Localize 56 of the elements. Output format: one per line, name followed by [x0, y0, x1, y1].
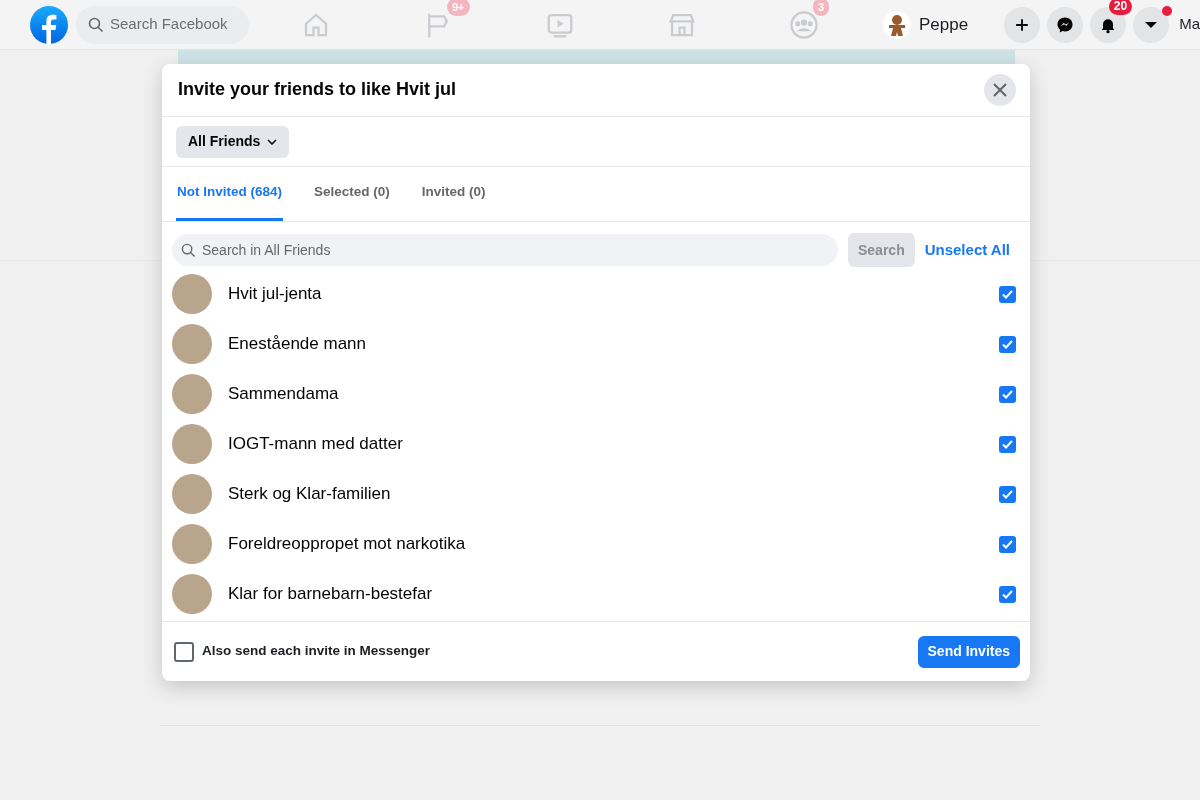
photo-placeholder [172, 474, 212, 514]
checkbox[interactable] [174, 641, 194, 662]
check-icon [1002, 289, 1013, 299]
friend-name: Foreldreoppropet mot narkotika [228, 533, 467, 556]
friend-name: Sterk og Klar-familien [228, 483, 392, 506]
check-icon [1002, 589, 1013, 599]
check-icon [1002, 339, 1013, 349]
tab[interactable]: Selected (0) [313, 167, 391, 221]
checkbox[interactable] [999, 285, 1016, 303]
friend-name: Hvit jul-jenta [228, 283, 323, 306]
close-icon [993, 83, 1007, 97]
tab[interactable]: Not Invited (684) [176, 167, 283, 221]
checkbox[interactable] [999, 385, 1016, 403]
close-button[interactable] [984, 74, 1016, 106]
search-button[interactable]: Search [848, 233, 915, 267]
checkbox[interactable] [999, 335, 1016, 353]
check-icon [1002, 489, 1013, 499]
checkbox[interactable] [999, 435, 1016, 453]
filter-dropdown[interactable]: All Friends [176, 125, 290, 158]
send-invites-button[interactable]: Send Invites [917, 635, 1020, 668]
friend-name: Sammendama [228, 383, 340, 406]
search-field[interactable]: Search Facebook [76, 5, 249, 44]
checkbox[interactable] [999, 535, 1016, 553]
photo-placeholder [172, 324, 212, 364]
notification-dot [1162, 5, 1173, 16]
photo-placeholder [172, 524, 212, 564]
create-button[interactable] [1004, 6, 1041, 43]
chevron-down-icon [267, 138, 278, 145]
photo-placeholder [172, 574, 212, 614]
friend-name: IOGT-mann med datter [228, 433, 404, 456]
unselect-all-link[interactable]: Unselect All [924, 238, 1020, 262]
friend-name: Klar for barnebarn-bestefar [228, 583, 434, 606]
photo-placeholder [172, 374, 212, 414]
photo-placeholder [172, 424, 212, 464]
checkbox[interactable] [999, 485, 1016, 503]
friend-name: Enestående mann [228, 333, 367, 356]
notification-badge: 9+ [447, 0, 470, 16]
account-menu-button[interactable] [1133, 6, 1170, 43]
check-icon [1002, 439, 1013, 449]
search-icon [88, 16, 104, 33]
checkbox-label: Also send each invite in Messenger [202, 642, 431, 661]
account-name: Ma [1179, 14, 1200, 35]
caret-icon [1145, 21, 1158, 28]
profile-name[interactable]: Peppe [919, 11, 969, 38]
search-field[interactable]: Search in All Friends [172, 234, 838, 266]
checkbox[interactable] [999, 585, 1016, 603]
notification-badge: 20 [1108, 0, 1133, 15]
photo-placeholder [172, 274, 212, 314]
tab[interactable]: Invited (0) [420, 167, 487, 221]
search-icon [181, 243, 196, 258]
check-icon [1002, 389, 1013, 399]
messenger-button[interactable] [1047, 6, 1084, 43]
notification-badge: 3 [813, 0, 830, 16]
facebook-logo[interactable] [30, 5, 68, 44]
check-icon [1002, 539, 1013, 549]
dialog-title: Invite your friends to like Hvit jul [178, 79, 457, 101]
